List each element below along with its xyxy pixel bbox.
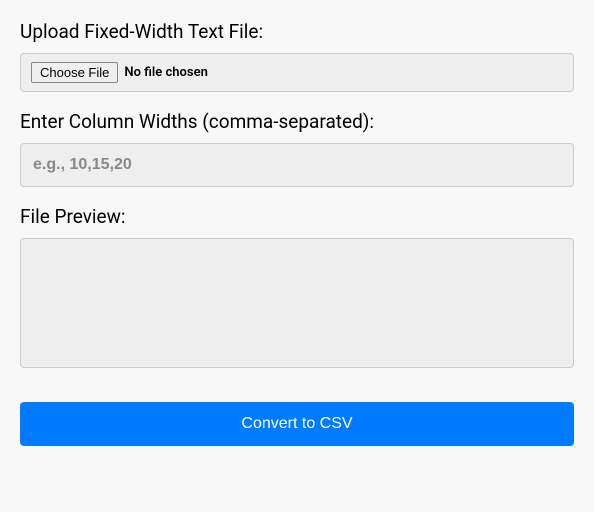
convert-button[interactable]: Convert to CSV [20,402,574,446]
upload-label: Upload Fixed-Width Text File: [20,20,574,43]
file-status-text: No file chosen [124,65,207,80]
widths-section: Enter Column Widths (comma-separated): [20,110,574,187]
column-widths-input[interactable] [20,143,574,187]
choose-file-button[interactable]: Choose File [31,62,118,83]
file-input-container[interactable]: Choose File No file chosen [20,53,574,92]
file-preview-box [20,238,574,368]
widths-label: Enter Column Widths (comma-separated): [20,110,574,133]
preview-section: File Preview: [20,205,574,372]
preview-label: File Preview: [20,205,574,228]
upload-section: Upload Fixed-Width Text File: Choose Fil… [20,20,574,92]
